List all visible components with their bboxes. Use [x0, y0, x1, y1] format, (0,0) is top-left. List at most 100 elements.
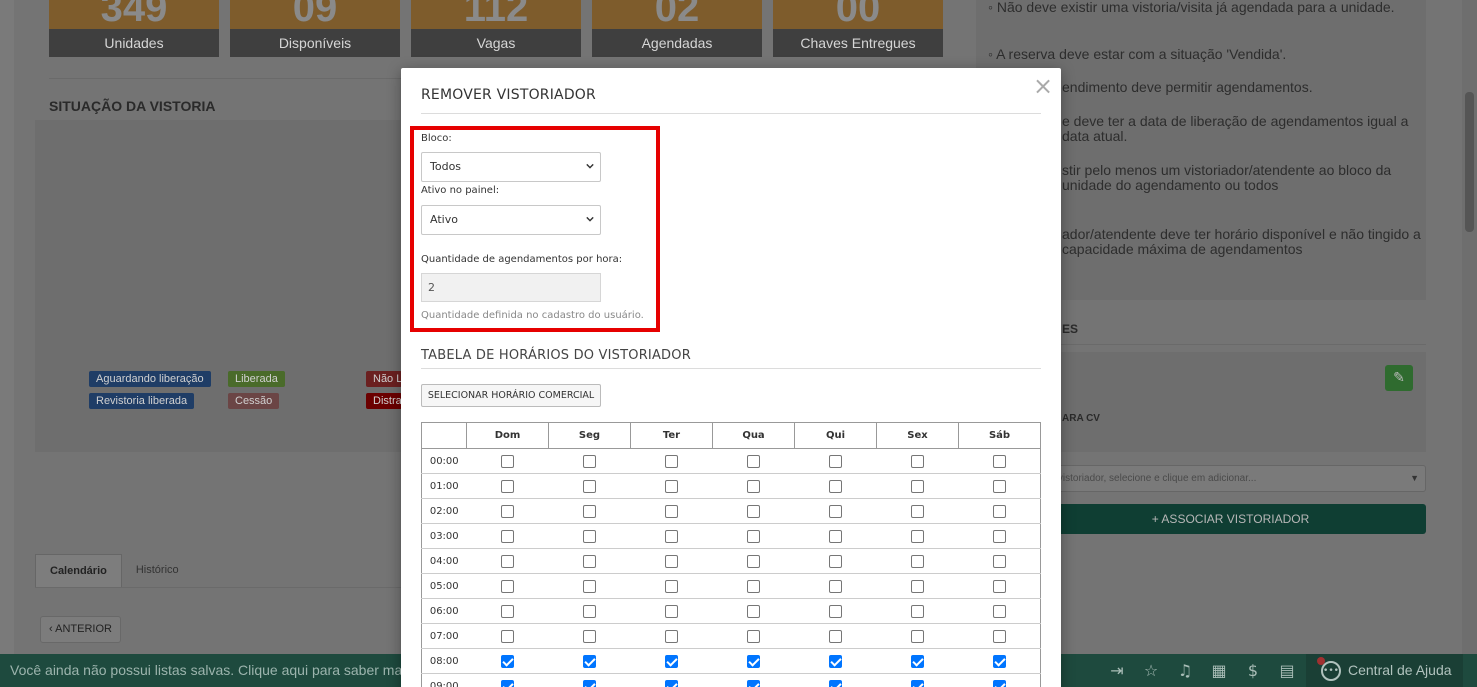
hour-checkbox[interactable]: [501, 629, 514, 643]
hour-checkbox[interactable]: [583, 454, 596, 468]
hour-checkbox[interactable]: [992, 604, 1006, 618]
schedule-cell: [548, 473, 631, 499]
vistoriador-select[interactable]: do vistoriador, selecione e clique em ad…: [1035, 465, 1426, 492]
hour-checkbox[interactable]: [501, 654, 514, 668]
associar-vistoriador-button[interactable]: + ASSOCIAR VISTORIADOR: [1035, 504, 1426, 534]
hour-checkbox[interactable]: [501, 454, 514, 468]
saved-lists-message[interactable]: Você ainda não possui listas salvas. Cli…: [10, 654, 416, 687]
hour-checkbox[interactable]: [747, 529, 760, 543]
hour-checkbox[interactable]: [829, 504, 842, 518]
hour-label: 03:00: [421, 523, 467, 549]
hour-checkbox[interactable]: [583, 479, 596, 493]
schedule-cell: [794, 548, 877, 574]
hour-checkbox[interactable]: [501, 479, 514, 493]
hour-checkbox[interactable]: [911, 629, 924, 643]
hour-checkbox[interactable]: [911, 579, 924, 593]
scrollbar-thumb[interactable]: [1465, 92, 1474, 232]
hour-checkbox[interactable]: [747, 479, 760, 493]
previous-button[interactable]: ‹ ANTERIOR: [40, 616, 121, 643]
hour-checkbox[interactable]: [911, 679, 924, 687]
hour-checkbox[interactable]: [992, 504, 1006, 518]
schedule-row: 07:00: [421, 623, 1041, 649]
hour-checkbox[interactable]: [665, 479, 678, 493]
hour-checkbox[interactable]: [583, 629, 596, 643]
hour-checkbox[interactable]: [501, 529, 514, 543]
hour-checkbox[interactable]: [665, 679, 678, 687]
hour-checkbox[interactable]: [747, 654, 760, 668]
hour-checkbox[interactable]: [911, 554, 924, 568]
schedule-cell: [466, 648, 549, 674]
hour-checkbox[interactable]: [829, 554, 842, 568]
hour-checkbox[interactable]: [829, 479, 842, 493]
hour-checkbox[interactable]: [747, 454, 760, 468]
hour-checkbox[interactable]: [501, 554, 514, 568]
hour-checkbox[interactable]: [829, 454, 842, 468]
hour-checkbox[interactable]: [829, 529, 842, 543]
day-header: Sex: [876, 422, 959, 449]
hour-checkbox[interactable]: [583, 654, 596, 668]
schedule-cell: [466, 548, 549, 574]
hour-checkbox[interactable]: [665, 654, 678, 668]
hour-checkbox[interactable]: [992, 554, 1006, 568]
hour-checkbox[interactable]: [501, 579, 514, 593]
hour-checkbox[interactable]: [992, 579, 1006, 593]
hour-checkbox[interactable]: [992, 629, 1006, 643]
hour-checkbox[interactable]: [992, 454, 1006, 468]
hour-checkbox[interactable]: [665, 529, 678, 543]
calendar-icon[interactable]: ▦: [1202, 654, 1236, 687]
hour-checkbox[interactable]: [992, 654, 1006, 668]
hour-checkbox[interactable]: [501, 679, 514, 687]
hour-checkbox[interactable]: [747, 554, 760, 568]
schedule-cell: [630, 648, 713, 674]
bell-icon[interactable]: ♫: [1168, 654, 1202, 687]
hour-checkbox[interactable]: [665, 629, 678, 643]
hour-checkbox[interactable]: [665, 454, 678, 468]
hour-checkbox[interactable]: [829, 579, 842, 593]
hour-checkbox[interactable]: [665, 604, 678, 618]
hour-checkbox[interactable]: [665, 579, 678, 593]
hour-checkbox[interactable]: [911, 454, 924, 468]
hour-checkbox[interactable]: [583, 504, 596, 518]
hour-checkbox[interactable]: [911, 529, 924, 543]
hour-checkbox[interactable]: [583, 554, 596, 568]
schedule-cell: [958, 623, 1041, 649]
schedule-row: 04:00: [421, 548, 1041, 574]
hour-checkbox[interactable]: [583, 679, 596, 687]
hour-checkbox[interactable]: [501, 504, 514, 518]
calculator-icon[interactable]: ▤: [1270, 654, 1304, 687]
list-star-icon[interactable]: ☆: [1134, 654, 1168, 687]
hour-checkbox[interactable]: [992, 679, 1006, 687]
hour-checkbox[interactable]: [583, 604, 596, 618]
hour-checkbox[interactable]: [829, 629, 842, 643]
hour-checkbox[interactable]: [829, 654, 842, 668]
hour-checkbox[interactable]: [992, 479, 1006, 493]
collapse-icon[interactable]: ⇥: [1100, 654, 1134, 687]
hour-checkbox[interactable]: [747, 504, 760, 518]
hour-checkbox[interactable]: [911, 504, 924, 518]
hour-checkbox[interactable]: [747, 604, 760, 618]
hour-checkbox[interactable]: [583, 579, 596, 593]
dollar-icon[interactable]: $: [1236, 654, 1270, 687]
hour-checkbox[interactable]: [911, 479, 924, 493]
hour-checkbox[interactable]: [747, 629, 760, 643]
hour-checkbox[interactable]: [501, 604, 514, 618]
hour-checkbox[interactable]: [829, 604, 842, 618]
schedule-cell: [876, 623, 959, 649]
stat-label: Unidades: [49, 29, 219, 57]
close-icon[interactable]: ×: [1033, 74, 1053, 98]
hour-checkbox[interactable]: [829, 679, 842, 687]
hour-checkbox[interactable]: [665, 504, 678, 518]
stat-number: 112: [411, 0, 581, 29]
tab-historico[interactable]: Histórico: [122, 554, 193, 588]
tab-calendario[interactable]: Calendário: [35, 554, 122, 588]
hour-checkbox[interactable]: [911, 654, 924, 668]
hour-checkbox[interactable]: [992, 529, 1006, 543]
schedule-row: 06:00: [421, 598, 1041, 624]
hour-checkbox[interactable]: [747, 579, 760, 593]
hour-checkbox[interactable]: [665, 554, 678, 568]
hour-checkbox[interactable]: [747, 679, 760, 687]
hour-checkbox[interactable]: [583, 529, 596, 543]
select-commercial-hours-button[interactable]: SELECIONAR HORÁRIO COMERCIAL: [421, 384, 601, 407]
edit-button[interactable]: ✎: [1385, 365, 1413, 391]
hour-checkbox[interactable]: [911, 604, 924, 618]
